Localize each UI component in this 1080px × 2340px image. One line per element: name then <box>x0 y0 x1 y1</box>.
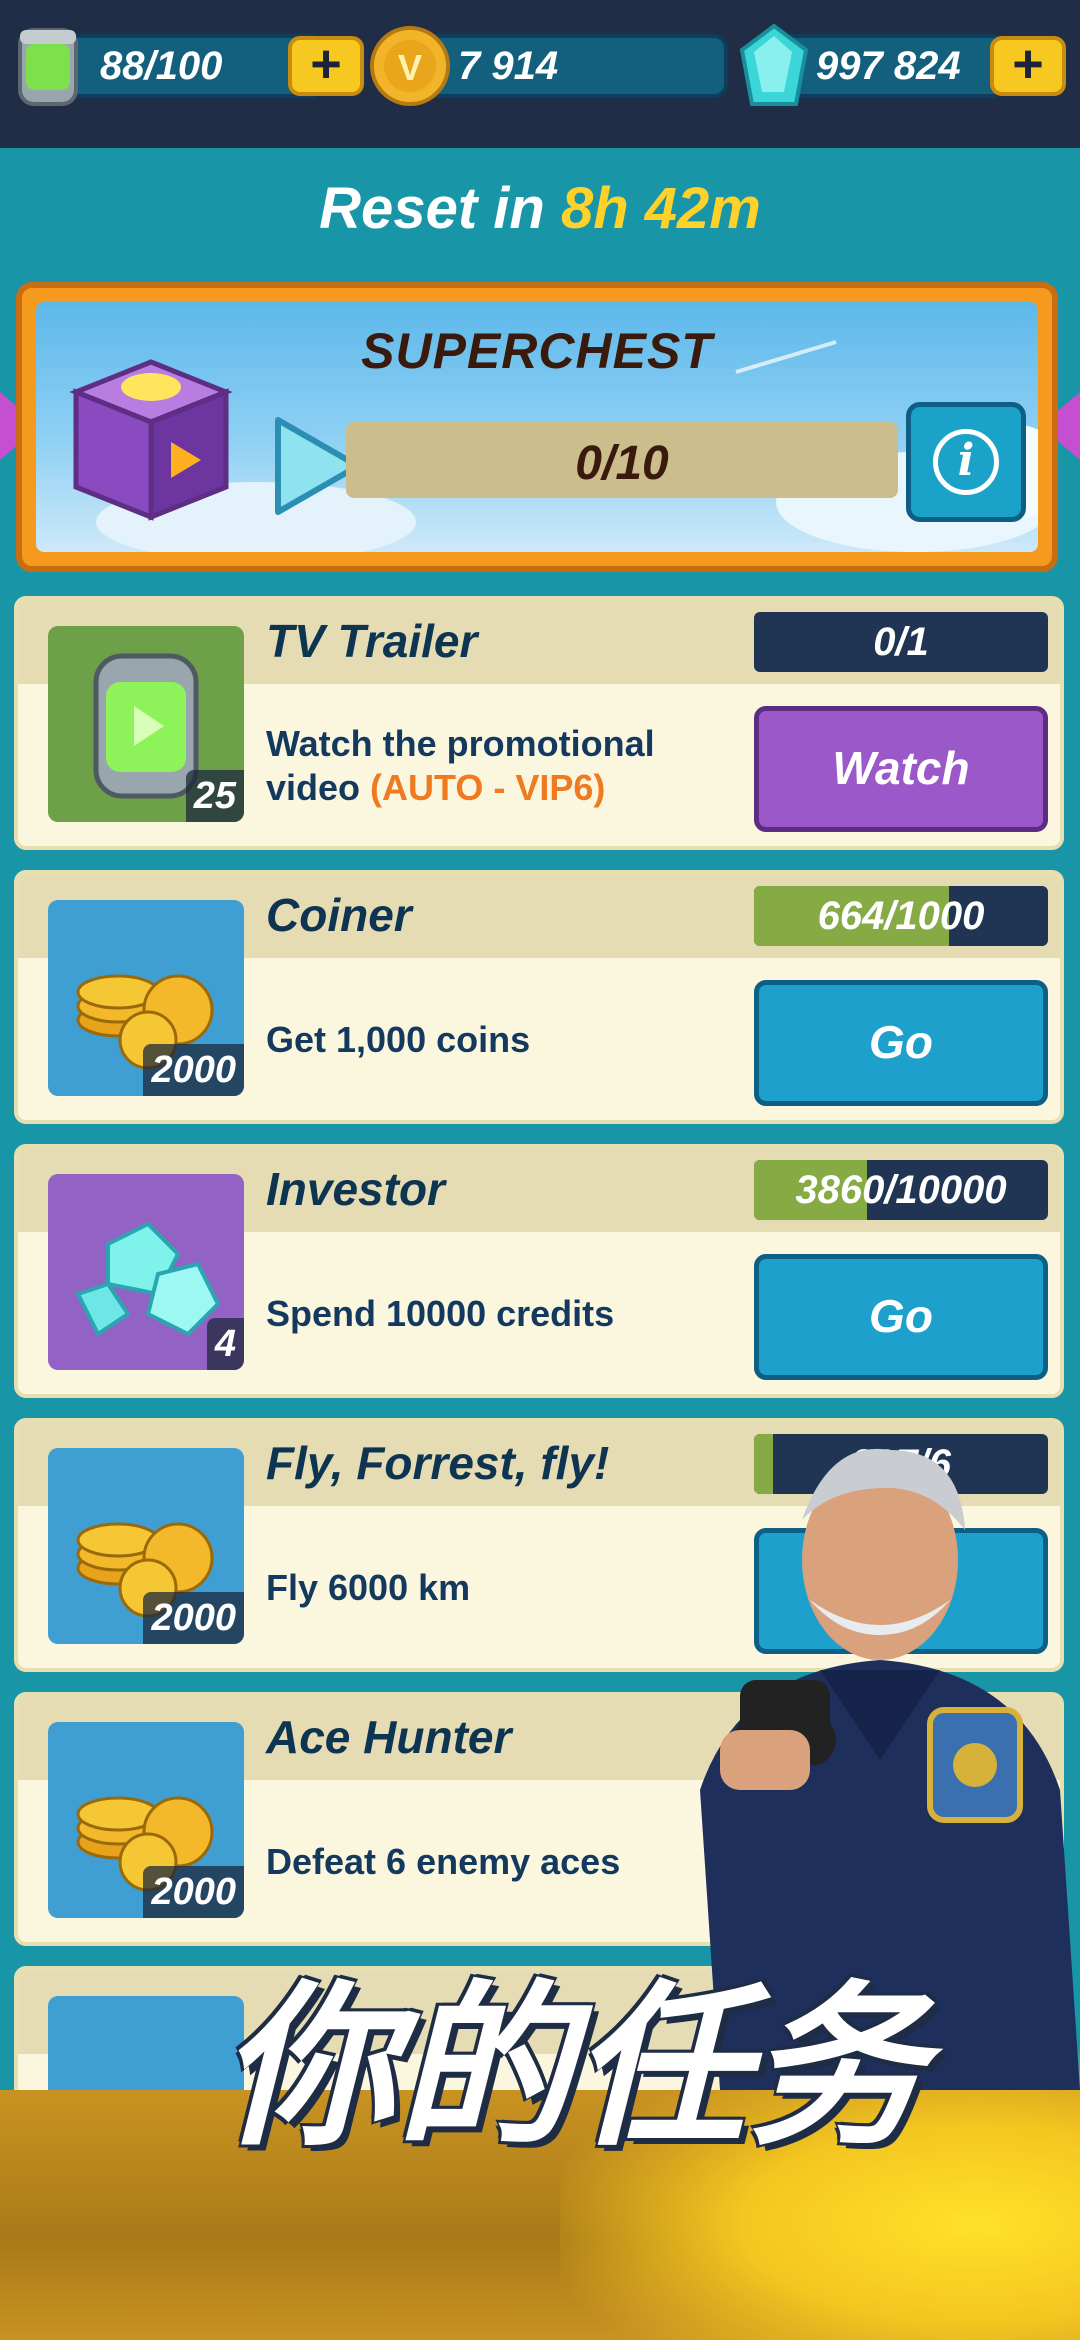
coin-pill <box>408 34 728 98</box>
progress-text: 664/1000 <box>817 894 985 938</box>
mission-reward-icon: 2000 <box>48 1448 244 1644</box>
reset-time: 8h 42m <box>560 176 761 241</box>
add-gems-button[interactable]: + <box>990 36 1066 96</box>
energy-canister-icon <box>18 28 78 106</box>
reset-timer: Reset in 8h 42m <box>0 175 1080 242</box>
go-button[interactable]: Go <box>754 1254 1048 1380</box>
info-button[interactable]: i <box>906 402 1026 522</box>
mission-title: TV Trailer <box>266 615 478 667</box>
mission-reward-icon: 2000 <box>48 1722 244 1918</box>
info-icon: i <box>933 429 999 495</box>
mission-reward-icon: 2000 <box>48 900 244 1096</box>
watch-button[interactable]: Watch <box>754 706 1048 832</box>
mission-title: Fly, Forrest, fly! <box>266 1437 610 1489</box>
reward-quantity: 2000 <box>143 1866 244 1918</box>
mission-title: Ace Hunter <box>266 1711 512 1763</box>
gem-value: 997 824 <box>816 44 961 88</box>
reward-quantity: 4 <box>206 1318 244 1370</box>
mission-description: Get 1,000 coins <box>266 1019 531 1060</box>
progress-text: 3860/10000 <box>795 1168 1007 1212</box>
add-energy-button[interactable]: + <box>288 36 364 96</box>
mission-title: Coiner <box>266 889 412 941</box>
mission-reward-icon: 25 <box>48 626 244 822</box>
coin-value: 7 914 <box>458 44 559 88</box>
mission-reward-icon: 4 <box>48 1174 244 1370</box>
reward-quantity: 2000 <box>143 1592 244 1644</box>
gem-resource: 997 824 + <box>736 20 1076 112</box>
reward-quantity: 2000 <box>143 1044 244 1096</box>
mission-card-investor: 4 Investor 3860/10000 Spend 10000 credit… <box>14 1144 1064 1398</box>
svg-text:V: V <box>398 47 422 88</box>
reset-label: Reset in <box>319 176 545 241</box>
vip-highlight: (AUTO - VIP6) <box>370 767 606 808</box>
mission-title: Investor <box>266 1163 445 1215</box>
coin-icon: V <box>370 26 450 106</box>
go-button[interactable]: Go <box>754 980 1048 1106</box>
mission-description: Defeat 6 enemy aces <box>266 1841 621 1882</box>
resource-bar: 88/100 + V 7 914 997 824 + <box>0 0 1080 148</box>
superchest-icon[interactable] <box>56 342 246 532</box>
mission-progress: 0/1 <box>754 612 1048 672</box>
superchest-progress-text: 0/10 <box>575 437 669 490</box>
promo-headline: 你的任务 <box>220 1965 925 2170</box>
mission-progress: 3860/10000 <box>754 1160 1048 1220</box>
mission-card-tv-trailer: 25 TV Trailer 0/1 Watch the promotional … <box>14 596 1064 850</box>
reward-quantity: 25 <box>185 770 244 822</box>
coin-resource: V 7 914 <box>368 20 728 112</box>
energy-resource: 88/100 + <box>10 20 370 112</box>
gem-icon <box>739 23 809 106</box>
mission-card-coiner: 2000 Coiner 664/1000 Get 1,000 coins Go <box>14 870 1064 1124</box>
mission-progress: 664/1000 <box>754 886 1048 946</box>
mission-description: Spend 10000 credits <box>266 1293 615 1334</box>
superchest-progress: 0/10 <box>346 422 898 498</box>
mission-description: Watch the promotional video (AUTO - VIP6… <box>266 722 736 810</box>
superchest-sky: SUPERCHEST 0/10 i <box>36 302 1038 552</box>
energy-value: 88/100 <box>100 44 223 88</box>
progress-text: 0/1 <box>873 620 929 664</box>
mission-description: Fly 6000 km <box>266 1567 471 1608</box>
superchest-panel: SUPERCHEST 0/10 i <box>16 282 1058 572</box>
